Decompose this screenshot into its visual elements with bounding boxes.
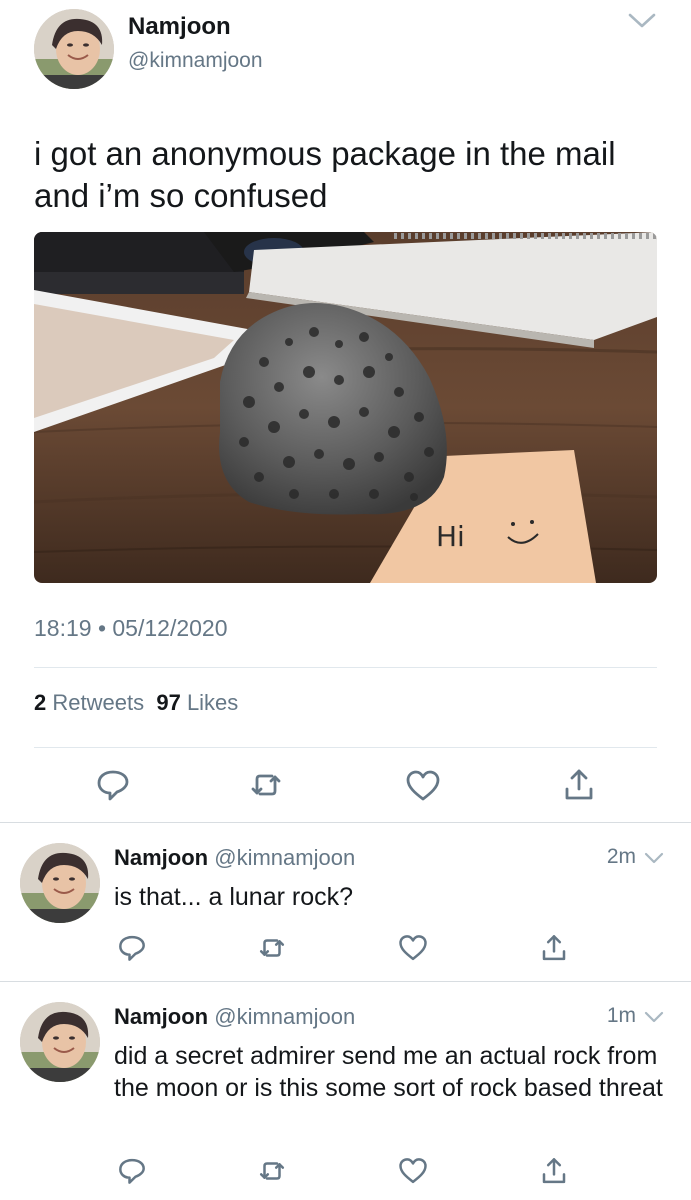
likes-count[interactable]: 97 [156,690,180,715]
reply-tweet[interactable]: Namjoon @kimnamjoon 2m is that... a luna… [0,823,691,981]
author-name[interactable]: Namjoon [128,13,231,41]
likes-label[interactable]: Likes [187,690,238,715]
avatar-image [20,1002,100,1082]
reply-icon[interactable] [117,1156,147,1186]
reply-text: did a secret admirer send me an actual r… [114,1042,663,1102]
author-name[interactable]: Namjoon [114,845,208,870]
retweets-label[interactable]: Retweets [52,690,144,715]
retweet-icon[interactable] [257,1156,287,1186]
tweet-stats: 2 Retweets 97 Likes [34,690,238,716]
reply-tweet[interactable]: Namjoon @kimnamjoon 1m did a secret admi… [0,982,691,1200]
main-tweet: Namjoon @kimnamjoon i got an anonymous p… [0,0,691,822]
avatar-image [20,843,100,923]
author-handle[interactable]: @kimnamjoon [128,49,263,73]
photo-note-text: Hi [436,520,465,553]
avatar[interactable] [20,1002,100,1082]
chevron-down-icon[interactable] [643,1010,665,1024]
retweet-icon[interactable] [257,933,287,963]
share-icon[interactable] [561,767,597,803]
share-icon[interactable] [539,933,569,963]
avatar[interactable] [20,843,100,923]
chevron-down-icon[interactable] [626,10,658,32]
author-name[interactable]: Namjoon [114,1004,208,1029]
author-handle[interactable]: @kimnamjoon [214,845,355,870]
avatar[interactable] [34,9,114,89]
retweet-icon[interactable] [248,767,284,803]
reply-icon[interactable] [117,933,147,963]
reply-header: Namjoon @kimnamjoon [114,1004,355,1030]
heart-icon[interactable] [398,1156,428,1186]
tweet-timestamp[interactable]: 18:19 • 05/12/2020 [34,615,228,642]
divider [34,667,657,668]
reply-time[interactable]: 1m [607,1004,636,1028]
reply-text: is that... a lunar rock? [114,883,354,911]
tweet-text: i got an anonymous package in the mail a… [34,135,616,214]
tweet-photo[interactable]: Hi [34,232,657,583]
heart-icon[interactable] [405,768,441,804]
reply-icon[interactable] [95,767,131,803]
share-icon[interactable] [539,1156,569,1186]
heart-icon[interactable] [398,933,428,963]
reply-time[interactable]: 2m [607,845,636,869]
avatar-image [34,9,114,89]
reply-header: Namjoon @kimnamjoon [114,845,355,871]
divider [34,747,657,748]
chevron-down-icon[interactable] [643,851,665,865]
author-handle[interactable]: @kimnamjoon [214,1004,355,1029]
retweets-count[interactable]: 2 [34,690,46,715]
